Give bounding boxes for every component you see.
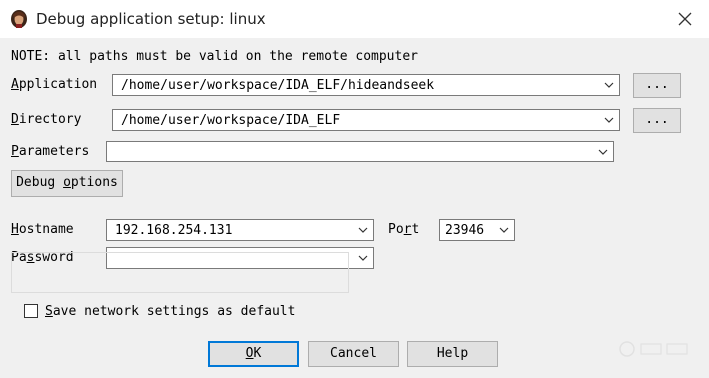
application-value: /home/user/workspace/IDA_ELF/hideandseek (121, 78, 435, 93)
application-combo[interactable]: /home/user/workspace/IDA_ELF/hideandseek (112, 74, 620, 96)
save-default-checkbox[interactable] (24, 304, 38, 318)
window-title: Debug application setup: linux (36, 10, 266, 28)
chevron-down-icon (604, 117, 614, 123)
close-icon[interactable] (672, 6, 698, 32)
application-browse-button[interactable]: ... (633, 73, 681, 98)
port-label: Port (388, 222, 420, 237)
save-default-label[interactable]: Save network settings as default (45, 304, 295, 319)
directory-browse-button[interactable]: ... (633, 108, 681, 133)
hostname-combo[interactable]: 192.168.254.131 (106, 219, 374, 241)
port-value: 23946 (445, 223, 485, 238)
hostname-value: 192.168.254.131 (115, 223, 233, 238)
application-label: Application (11, 77, 98, 92)
chevron-down-icon (358, 227, 368, 233)
parameters-label: Parameters (11, 144, 90, 159)
port-combo[interactable]: 23946 (439, 219, 515, 241)
debug-options-button[interactable]: Debug options (11, 170, 123, 197)
title-bar: Debug application setup: linux (0, 0, 709, 38)
note-text: NOTE: all paths must be valid on the rem… (11, 49, 418, 64)
parameters-combo[interactable] (106, 141, 614, 162)
directory-value: /home/user/workspace/IDA_ELF (121, 113, 341, 128)
watermark-logo (619, 341, 688, 357)
chevron-down-icon (499, 227, 509, 233)
directory-combo[interactable]: /home/user/workspace/IDA_ELF (112, 109, 620, 131)
cancel-button[interactable]: Cancel (308, 341, 399, 367)
chevron-down-icon (604, 82, 614, 88)
help-button[interactable]: Help (407, 341, 498, 367)
ida-portrait-icon (11, 10, 27, 28)
directory-label: Directory (11, 112, 82, 127)
hostname-label: Hostname (11, 222, 74, 237)
ok-button[interactable]: OK (208, 341, 299, 367)
chevron-down-icon (358, 255, 368, 261)
chevron-down-icon (598, 149, 608, 155)
save-settings-group (11, 252, 349, 293)
